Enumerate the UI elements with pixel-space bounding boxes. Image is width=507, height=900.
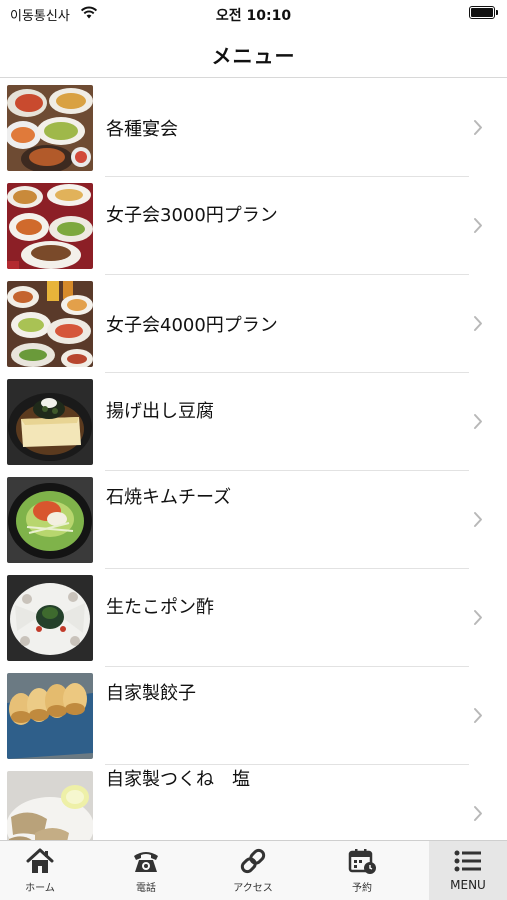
menu-item-label: 各種宴会: [106, 119, 178, 140]
menu-item-agedashi-tofu[interactable]: 揚げ出し豆腐: [0, 373, 507, 471]
course-spread-photo: [7, 183, 93, 269]
navigation-bar: メニュー: [0, 26, 507, 78]
status-bar: 이동통신사 오전 10:10: [0, 0, 507, 26]
chevron-right-icon: [474, 316, 482, 331]
gyoza-photo: [7, 673, 93, 759]
menu-item-gyoza[interactable]: 自家製餃子: [0, 667, 507, 765]
status-time: 오전 10:10: [215, 8, 292, 24]
tab-phone[interactable]: 電話: [96, 841, 196, 900]
chevron-right-icon: [474, 218, 482, 233]
menu-item-label: 女子会4000円プラン: [106, 315, 278, 336]
course-drinks-photo: [7, 281, 93, 367]
menu-list[interactable]: 各種宴会 女子会3000円プラン 女子会4000円プラン 揚げ出し豆腐 石焼キム…: [0, 79, 507, 840]
tab-label: 電話: [136, 883, 156, 894]
menu-item-label: 自家製餃子: [106, 683, 196, 704]
menu-item-tsukune[interactable]: 自家製つくね 塩: [0, 765, 507, 840]
link-icon: [240, 848, 266, 874]
tab-label: ホーム: [25, 883, 55, 894]
tab-menu[interactable]: MENU: [429, 841, 507, 900]
chevron-right-icon: [474, 806, 482, 821]
menu-item-label: 石焼キムチーズ: [106, 487, 232, 508]
menu-item-label: 自家製つくね 塩: [106, 769, 250, 790]
menu-item-octopus-ponzu[interactable]: 生たこポン酢: [0, 569, 507, 667]
chevron-right-icon: [474, 512, 482, 527]
page-title: メニュー: [211, 44, 296, 68]
menu-item-label: 揚げ出し豆腐: [106, 401, 214, 422]
tab-home[interactable]: ホーム: [0, 841, 80, 900]
stone-kimchi-photo: [7, 477, 93, 563]
tab-label: 予約: [352, 883, 372, 894]
chevron-right-icon: [474, 414, 482, 429]
menu-item-course-3000[interactable]: 女子会3000円プラン: [0, 177, 507, 275]
menu-item-stone-kimchi[interactable]: 石焼キムチーズ: [0, 471, 507, 569]
chevron-right-icon: [474, 610, 482, 625]
battery-icon: [469, 6, 498, 19]
octopus-ponzu-photo: [7, 575, 93, 661]
party-platter-photo: [7, 85, 93, 171]
list-icon: [454, 850, 481, 872]
tsukune-photo: [7, 771, 93, 840]
tab-label: アクセス: [233, 883, 273, 894]
menu-item-party[interactable]: 各種宴会: [0, 79, 507, 177]
menu-item-label: 生たこポン酢: [106, 597, 214, 618]
chevron-right-icon: [474, 120, 482, 135]
agedashi-tofu-photo: [7, 379, 93, 465]
chevron-right-icon: [474, 708, 482, 723]
home-icon: [26, 848, 54, 873]
tab-bar: ホーム 電話 アクセス 予約 MENU: [0, 840, 507, 900]
tab-reserve[interactable]: 予約: [312, 841, 412, 900]
menu-item-label: 女子会3000円プラン: [106, 205, 278, 226]
menu-item-course-4000[interactable]: 女子会4000円プラン: [0, 275, 507, 373]
calendar-icon: [348, 849, 376, 874]
phone-icon: [134, 852, 158, 872]
tab-access[interactable]: アクセス: [203, 841, 303, 900]
tab-label: MENU: [450, 878, 486, 892]
